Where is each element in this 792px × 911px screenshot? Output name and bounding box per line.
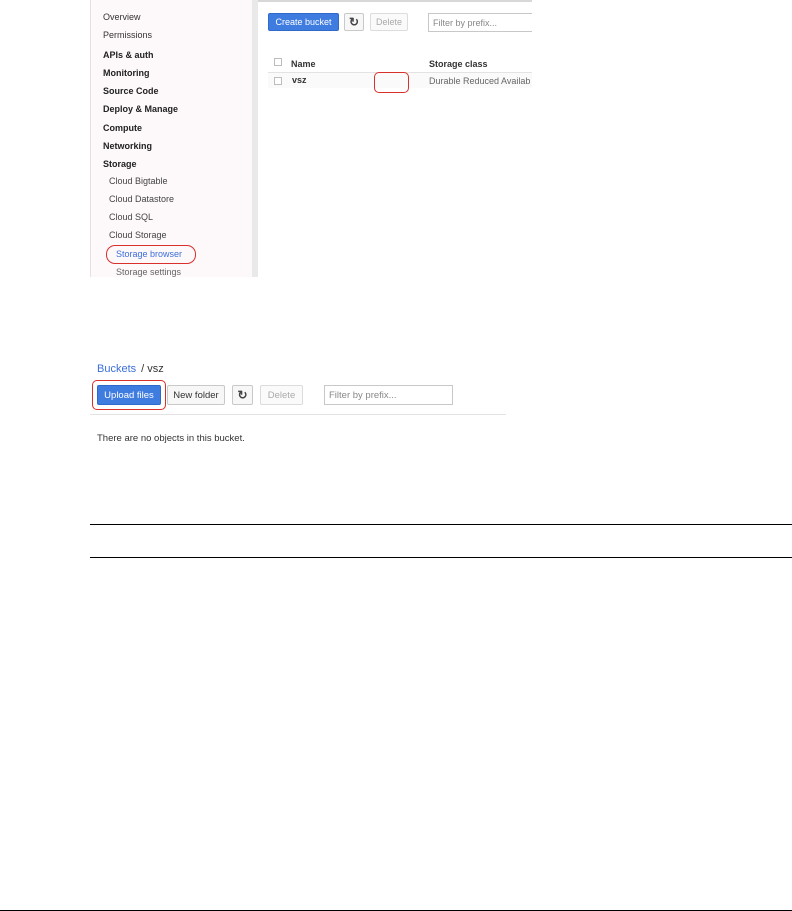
- upload-files-button[interactable]: Upload files: [97, 385, 161, 405]
- breadcrumb: Buckets / vsz: [97, 363, 164, 375]
- select-all-checkbox[interactable]: [274, 58, 282, 66]
- empty-bucket-message: There are no objects in this bucket.: [97, 433, 245, 444]
- new-folder-button[interactable]: New folder: [167, 385, 225, 405]
- create-bucket-button[interactable]: Create bucket: [268, 13, 339, 31]
- refresh-icon: ↻: [348, 15, 360, 29]
- breadcrumb-current: vsz: [147, 363, 164, 375]
- sidebar-item-permissions[interactable]: Permissions: [103, 30, 152, 40]
- delete-button[interactable]: Delete: [370, 13, 408, 31]
- bucket-name-link[interactable]: vsz: [292, 75, 307, 85]
- sidebar-item-networking[interactable]: Networking: [103, 141, 152, 151]
- sidebar-item-cloud-bigtable[interactable]: Cloud Bigtable: [109, 176, 168, 186]
- sidebar-item-cloud-storage[interactable]: Cloud Storage: [109, 230, 167, 240]
- refresh-button[interactable]: ↻: [344, 13, 364, 31]
- sidebar-item-overview[interactable]: Overview: [103, 12, 141, 22]
- console-screenshot-bucket-detail: Buckets / vsz Upload files New folder ↻ De…: [90, 358, 506, 448]
- filter-input[interactable]: Filter by prefix...: [324, 385, 453, 405]
- sidebar-item-apis-auth[interactable]: APIs & auth: [103, 50, 154, 60]
- rule-top: [90, 524, 792, 525]
- refresh-icon: ↻: [237, 388, 248, 402]
- bucket-table-header: Name Storage class: [268, 58, 532, 73]
- refresh-button[interactable]: ↻: [232, 385, 253, 405]
- bucket-list-panel: Create bucket ↻ Delete Filter by prefix.…: [258, 0, 532, 277]
- table-row[interactable]: vsz Durable Reduced Availab: [268, 73, 532, 88]
- sidebar-item-storage-settings[interactable]: Storage settings: [116, 267, 181, 277]
- sidebar-item-cloud-sql[interactable]: Cloud SQL: [109, 212, 153, 222]
- column-storage-class[interactable]: Storage class: [429, 59, 488, 69]
- top-border: [258, 0, 532, 2]
- sidebar-item-deploy-manage[interactable]: Deploy & Manage: [103, 104, 178, 114]
- toolbar-divider: [90, 414, 506, 415]
- sidebar-item-storage-browser[interactable]: Storage browser: [116, 249, 182, 259]
- sidebar-item-source-code[interactable]: Source Code: [103, 86, 159, 96]
- sidebar-item-cloud-datastore[interactable]: Cloud Datastore: [109, 194, 174, 204]
- filter-input[interactable]: Filter by prefix...: [428, 13, 532, 32]
- breadcrumb-buckets-link[interactable]: Buckets: [97, 363, 136, 375]
- console-sidebar: Overview Permissions APIs & auth Monitor…: [90, 0, 253, 277]
- breadcrumb-separator: /: [141, 363, 145, 375]
- sidebar-item-monitoring[interactable]: Monitoring: [103, 68, 150, 78]
- row-checkbox[interactable]: [274, 77, 282, 85]
- bucket-storage-class: Durable Reduced Availab: [429, 76, 531, 86]
- sidebar-item-storage[interactable]: Storage: [103, 159, 137, 169]
- rule-middle: [90, 557, 792, 558]
- delete-button[interactable]: Delete: [260, 385, 303, 405]
- console-screenshot-buckets: Overview Permissions APIs & auth Monitor…: [90, 0, 532, 277]
- sidebar-item-compute[interactable]: Compute: [103, 123, 142, 133]
- column-name[interactable]: Name: [291, 59, 316, 69]
